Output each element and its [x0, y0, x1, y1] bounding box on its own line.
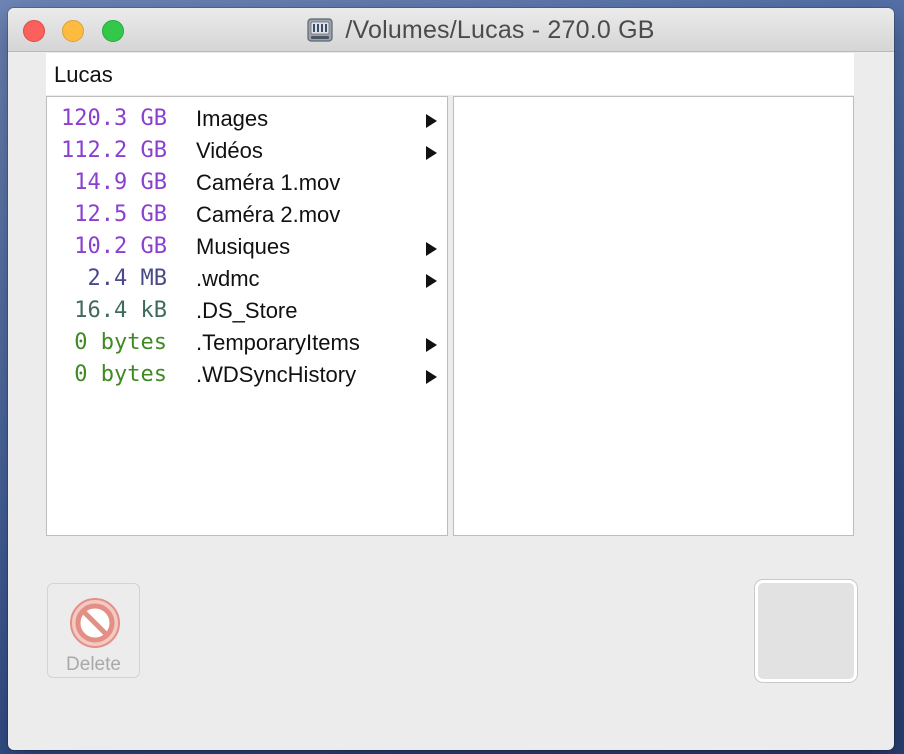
item-size: 0 bytes	[74, 330, 167, 355]
item-size: 120.3 GB	[61, 106, 167, 131]
detail-pane[interactable]	[453, 96, 854, 536]
delete-label: Delete	[66, 654, 121, 675]
external-drive-icon	[307, 18, 333, 42]
list-item[interactable]: 0 bytes .WDSyncHistory	[47, 359, 447, 391]
item-size: 0 bytes	[74, 362, 167, 387]
item-size: 10.2 GB	[74, 234, 167, 259]
item-name: .wdmc	[196, 266, 260, 291]
item-size: 112.2 GB	[61, 138, 167, 163]
item-name: Images	[196, 106, 269, 131]
window-title: /Volumes/Lucas - 270.0 GB	[345, 15, 655, 44]
path-current[interactable]: Lucas	[54, 62, 113, 87]
title-area: /Volumes/Lucas - 270.0 GB	[8, 8, 894, 52]
title-bar: /Volumes/Lucas - 270.0 GB	[8, 8, 894, 52]
path-bar: Lucas	[46, 53, 854, 95]
app-window: /Volumes/Lucas - 270.0 GB Lucas 120.3 GB…	[8, 8, 894, 750]
item-size: 2.4 MB	[87, 266, 167, 291]
list-item[interactable]: 10.2 GB Musiques	[47, 231, 447, 263]
item-name: .TemporaryItems	[196, 330, 360, 355]
item-size: 16.4 kB	[74, 298, 167, 323]
list-item[interactable]: 112.2 GB Vidéos	[47, 135, 447, 167]
list-item[interactable]: 2.4 MB .wdmc	[47, 263, 447, 295]
disclosure-arrow-icon[interactable]	[426, 146, 437, 160]
list-item[interactable]: 0 bytes .TemporaryItems	[47, 327, 447, 359]
delete-button[interactable]: Delete	[47, 583, 140, 678]
list-item[interactable]: 16.4 kB .DS_Store	[47, 295, 447, 327]
file-list-pane[interactable]: 120.3 GB Images 112.2 GB Vidéos 14.9 GB Camér…	[46, 96, 448, 536]
no-entry-icon	[70, 598, 120, 648]
list-item[interactable]: 14.9 GB Caméra 1.mov	[47, 167, 447, 199]
item-name: Caméra 2.mov	[196, 202, 341, 227]
item-size: 12.5 GB	[74, 202, 167, 227]
item-name: .DS_Store	[196, 298, 298, 323]
item-name: Caméra 1.mov	[196, 170, 341, 195]
item-name: Vidéos	[196, 138, 263, 163]
disclosure-arrow-icon[interactable]	[426, 274, 437, 288]
disclosure-arrow-icon[interactable]	[426, 114, 437, 128]
item-size: 14.9 GB	[74, 170, 167, 195]
item-name: Musiques	[196, 234, 291, 259]
item-name: .WDSyncHistory	[196, 362, 357, 387]
disclosure-arrow-icon[interactable]	[426, 242, 437, 256]
disclosure-arrow-icon[interactable]	[426, 370, 437, 384]
preview-box[interactable]	[755, 580, 857, 682]
list-item[interactable]: 12.5 GB Caméra 2.mov	[47, 199, 447, 231]
file-list: 120.3 GB Images 112.2 GB Vidéos 14.9 GB Camér…	[47, 97, 447, 391]
disclosure-arrow-icon[interactable]	[426, 338, 437, 352]
list-item[interactable]: 120.3 GB Images	[47, 103, 447, 135]
